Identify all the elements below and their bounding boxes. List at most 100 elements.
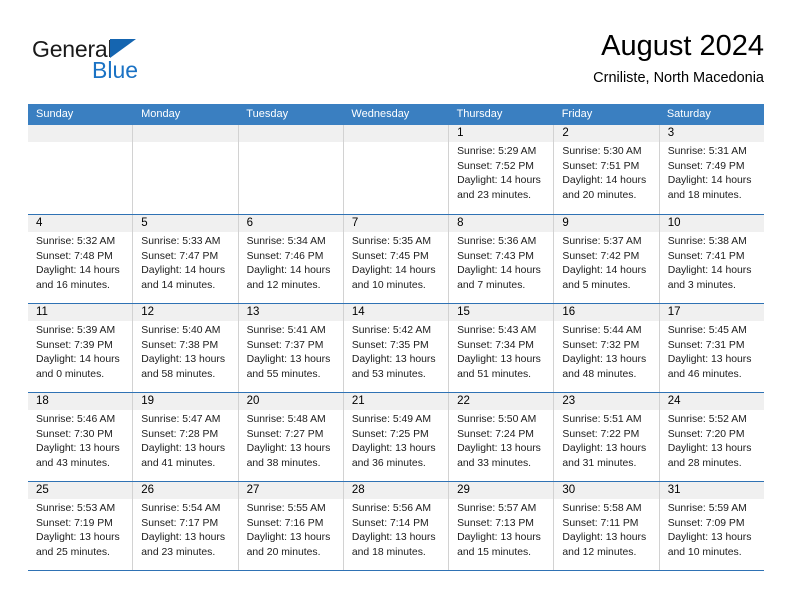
day-details: Sunrise: 5:33 AM Sunset: 7:47 PM Daylight:… — [133, 232, 237, 293]
day-detail-line: Sunset: 7:43 PM — [457, 250, 534, 262]
day-cell[interactable]: 6 Sunrise: 5:34 AM Sunset: 7:46 PM Daylight… — [238, 215, 344, 303]
day-cell[interactable]: 15 Sunrise: 5:43 AM Sunset: 7:34 PM Dayligh… — [449, 304, 555, 392]
day-cell[interactable]: 30 Sunrise: 5:58 AM Sunset: 7:11 PM Dayligh… — [554, 482, 660, 570]
day-cell[interactable]: 20 Sunrise: 5:48 AM Sunset: 7:27 PM Dayligh… — [238, 393, 344, 481]
day-detail-line: Sunrise: 5:39 AM — [36, 325, 116, 336]
day-detail-line: Daylight: 13 hours — [246, 443, 331, 455]
day-details: Sunrise: 5:53 AM Sunset: 7:19 PM Daylight:… — [28, 499, 132, 560]
day-detail-line: Daylight: 14 hours — [562, 265, 647, 277]
day-detail-line: Sunset: 7:30 PM — [36, 428, 113, 440]
calendar-week-row: 25 Sunrise: 5:53 AM Sunset: 7:19 PM Dayligh… — [28, 481, 764, 570]
day-detail-line: Daylight: 13 hours — [457, 354, 541, 366]
day-cell[interactable]: 22 Sunrise: 5:50 AM Sunset: 7:24 PM Dayligh… — [449, 393, 555, 481]
day-detail-line: Sunrise: 5:48 AM — [246, 414, 326, 425]
day-detail-line: Sunrise: 5:41 AM — [246, 325, 326, 336]
day-detail-line: and 41 minutes. — [141, 457, 216, 469]
day-detail-line: Sunrise: 5:31 AM — [667, 146, 747, 157]
day-details: Sunrise: 5:55 AM Sunset: 7:16 PM Daylight:… — [239, 499, 343, 560]
day-detail-line: Daylight: 13 hours — [141, 443, 226, 455]
day-details: Sunrise: 5:45 AM Sunset: 7:31 PM Daylight:… — [660, 321, 764, 382]
day-cell[interactable]: 23 Sunrise: 5:51 AM Sunset: 7:22 PM Dayligh… — [554, 393, 660, 481]
day-number: 16 — [554, 304, 659, 321]
day-cell[interactable]: 24 Sunrise: 5:52 AM Sunset: 7:20 PM Dayligh… — [659, 393, 764, 481]
day-number: 14 — [343, 304, 449, 321]
day-cell[interactable]: 17 Sunrise: 5:45 AM Sunset: 7:31 PM Dayligh… — [659, 304, 764, 392]
day-cell[interactable]: 9 Sunrise: 5:37 AM Sunset: 7:42 PM Daylight… — [554, 215, 660, 303]
calendar-week-row: 18 Sunrise: 5:46 AM Sunset: 7:30 PM Dayligh… — [28, 392, 764, 481]
day-details: Sunrise: 5:43 AM Sunset: 7:34 PM Daylight:… — [449, 321, 553, 382]
day-detail-line: Sunset: 7:46 PM — [246, 250, 324, 262]
day-cell[interactable]: 28 Sunrise: 5:56 AM Sunset: 7:14 PM Dayligh… — [343, 482, 450, 570]
day-cell[interactable]: 3 Sunrise: 5:31 AM Sunset: 7:49 PM Daylight… — [659, 125, 764, 214]
calendar-page: General Blue August 2024 Crniliste, Nort… — [0, 0, 792, 612]
day-cell[interactable]: 12 Sunrise: 5:40 AM Sunset: 7:38 PM Dayligh… — [133, 304, 239, 392]
day-detail-line: Sunset: 7:20 PM — [667, 428, 745, 440]
day-detail-line: Sunrise: 5:30 AM — [562, 146, 642, 157]
day-detail-line: Daylight: 13 hours — [457, 443, 541, 455]
day-cell[interactable]: 31 Sunrise: 5:59 AM Sunset: 7:09 PM Dayligh… — [659, 482, 764, 570]
day-cell[interactable]: 1 Sunrise: 5:29 AM Sunset: 7:52 PM Daylight… — [449, 125, 555, 214]
day-cell[interactable]: 26 Sunrise: 5:54 AM Sunset: 7:17 PM Dayligh… — [133, 482, 239, 570]
day-detail-line: and 3 minutes. — [667, 279, 736, 291]
day-number: 11 — [28, 304, 133, 321]
weekday-header-tuesday: Tuesday — [246, 108, 289, 120]
day-detail-line: Daylight: 13 hours — [351, 532, 436, 544]
day-detail-line: Daylight: 14 hours — [36, 354, 120, 366]
day-cell[interactable]: 25 Sunrise: 5:53 AM Sunset: 7:19 PM Dayligh… — [28, 482, 134, 570]
general-blue-logo[interactable]: General Blue — [32, 36, 212, 92]
day-detail-line: Daylight: 13 hours — [36, 532, 120, 544]
day-details: Sunrise: 5:42 AM Sunset: 7:35 PM Daylight:… — [344, 321, 448, 382]
day-details: Sunrise: 5:56 AM Sunset: 7:14 PM Daylight:… — [344, 499, 448, 560]
day-cell[interactable]: 8 Sunrise: 5:36 AM Sunset: 7:43 PM Daylight… — [449, 215, 555, 303]
day-detail-line: and 7 minutes. — [457, 279, 526, 291]
day-detail-line: Daylight: 14 hours — [457, 175, 541, 187]
day-number: 6 — [238, 215, 343, 232]
day-detail-line: and 10 minutes. — [667, 546, 742, 558]
day-number — [343, 125, 449, 142]
day-number: 4 — [28, 215, 133, 232]
day-detail-line: Sunrise: 5:43 AM — [457, 325, 537, 336]
weekday-header-saturday: Saturday — [666, 108, 711, 120]
day-cell[interactable]: 18 Sunrise: 5:46 AM Sunset: 7:30 PM Dayligh… — [28, 393, 134, 481]
day-detail-line: and 0 minutes. — [36, 368, 105, 380]
day-detail-line: and 10 minutes. — [351, 279, 426, 291]
day-detail-line: Sunrise: 5:42 AM — [351, 325, 431, 336]
day-detail-line: Daylight: 13 hours — [246, 532, 331, 544]
day-detail-line: and 23 minutes. — [457, 189, 532, 201]
day-cell[interactable]: 27 Sunrise: 5:55 AM Sunset: 7:16 PM Dayligh… — [238, 482, 344, 570]
day-number — [28, 125, 133, 142]
day-cell[interactable]: 29 Sunrise: 5:57 AM Sunset: 7:13 PM Dayligh… — [449, 482, 555, 570]
day-detail-line: Sunrise: 5:50 AM — [457, 414, 537, 425]
day-cell[interactable]: 4 Sunrise: 5:32 AM Sunset: 7:48 PM Daylight… — [28, 215, 134, 303]
day-detail-line: and 31 minutes. — [562, 457, 637, 469]
day-cell[interactable]: 16 Sunrise: 5:44 AM Sunset: 7:32 PM Dayligh… — [554, 304, 660, 392]
day-detail-line: Daylight: 13 hours — [667, 532, 752, 544]
day-detail-line: and 18 minutes. — [351, 546, 426, 558]
day-details: Sunrise: 5:49 AM Sunset: 7:25 PM Daylight:… — [344, 410, 448, 471]
day-detail-line: and 5 minutes. — [562, 279, 631, 291]
calendar-weeks: 1 Sunrise: 5:29 AM Sunset: 7:52 PM Daylight… — [28, 125, 764, 570]
day-number: 30 — [554, 482, 659, 499]
day-detail-line: and 15 minutes. — [457, 546, 532, 558]
day-cell[interactable]: 19 Sunrise: 5:47 AM Sunset: 7:28 PM Dayligh… — [133, 393, 239, 481]
day-cell[interactable]: 21 Sunrise: 5:49 AM Sunset: 7:25 PM Dayligh… — [343, 393, 450, 481]
day-cell[interactable]: 11 Sunrise: 5:39 AM Sunset: 7:39 PM Dayligh… — [28, 304, 134, 392]
day-number — [238, 125, 343, 142]
day-number: 3 — [659, 125, 764, 142]
day-cell[interactable]: 10 Sunrise: 5:38 AM Sunset: 7:41 PM Dayligh… — [659, 215, 764, 303]
day-number — [133, 125, 238, 142]
day-cell[interactable]: 7 Sunrise: 5:35 AM Sunset: 7:45 PM Daylight… — [343, 215, 450, 303]
day-number: 25 — [28, 482, 133, 499]
day-detail-line: Daylight: 13 hours — [562, 354, 647, 366]
day-cell[interactable]: 14 Sunrise: 5:42 AM Sunset: 7:35 PM Dayligh… — [343, 304, 450, 392]
day-detail-line: Sunrise: 5:57 AM — [457, 503, 537, 514]
day-number: 9 — [554, 215, 659, 232]
day-details — [28, 142, 132, 145]
day-detail-line: Sunset: 7:19 PM — [36, 517, 113, 529]
day-number: 31 — [659, 482, 764, 499]
day-cell[interactable]: 5 Sunrise: 5:33 AM Sunset: 7:47 PM Daylight… — [133, 215, 239, 303]
calendar-week-row: 11 Sunrise: 5:39 AM Sunset: 7:39 PM Dayligh… — [28, 303, 764, 392]
day-cell[interactable]: 13 Sunrise: 5:41 AM Sunset: 7:37 PM Dayligh… — [238, 304, 344, 392]
day-detail-line: Sunset: 7:17 PM — [141, 517, 219, 529]
day-cell[interactable]: 2 Sunrise: 5:30 AM Sunset: 7:51 PM Daylight… — [554, 125, 660, 214]
